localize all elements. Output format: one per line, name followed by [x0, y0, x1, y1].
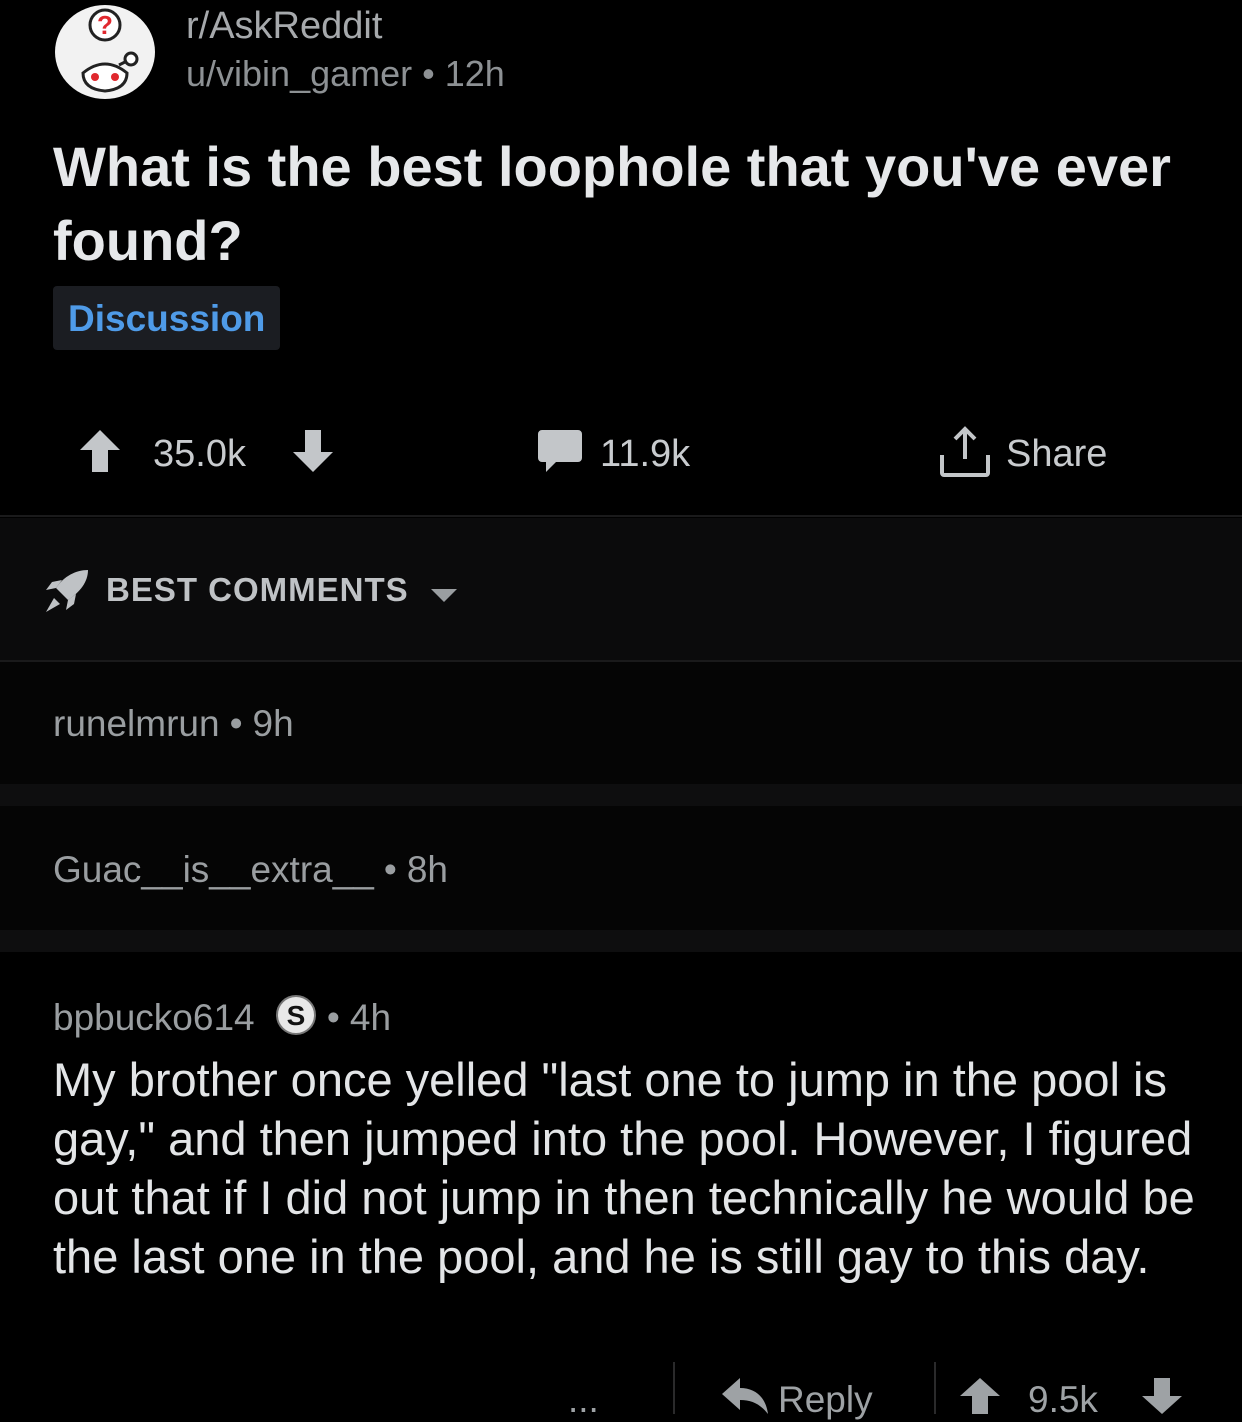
comment-header: runelmrun • 9h	[53, 702, 294, 746]
sort-dropdown[interactable]: BEST COMMENTS	[106, 568, 457, 614]
comment-score: 9.5k	[1028, 1379, 1098, 1420]
subreddit-name[interactable]: r/AskReddit	[186, 4, 382, 48]
svg-text:?: ?	[97, 10, 113, 40]
reply-button[interactable]: Reply	[778, 1378, 873, 1422]
comment-age: 9h	[252, 703, 294, 744]
share-button[interactable]: Share	[1006, 432, 1107, 476]
post-meta: u/vibin_gamer • 12h	[186, 52, 505, 96]
action-divider	[934, 1362, 936, 1414]
chevron-down-icon	[430, 570, 457, 614]
upvote-arrow-icon[interactable]	[960, 1378, 1000, 1414]
separator-dot: •	[422, 53, 435, 94]
reply-arrow-icon[interactable]	[722, 1378, 768, 1414]
divider	[0, 515, 1242, 517]
downvote-arrow-icon[interactable]	[293, 430, 333, 472]
separator-dot: •	[383, 849, 397, 890]
action-divider	[673, 1362, 675, 1414]
separator-dot: •	[229, 703, 243, 744]
post-score: 35.0k	[153, 433, 246, 475]
comment-bubble-icon[interactable]	[538, 430, 582, 472]
comment-age: 4h	[349, 996, 392, 1038]
comment-header: Guac__is__extra__ • 8h	[53, 848, 448, 892]
upvote-arrow-icon[interactable]	[80, 430, 120, 472]
post-age: 12h	[444, 53, 505, 94]
comment-body: My brother once yelled "last one to jump…	[53, 1053, 1195, 1283]
comment-separator	[0, 784, 1242, 806]
post-title: What is the best loophole that you've ev…	[53, 135, 1171, 272]
share-upload-icon[interactable]	[938, 425, 992, 479]
s-badge-icon: S	[275, 994, 317, 1046]
post-flair[interactable]: Discussion	[53, 286, 281, 350]
comment-separator	[0, 930, 1242, 952]
comment-age: 8h	[406, 849, 449, 890]
subreddit-avatar-icon[interactable]: ?	[53, 3, 157, 101]
comment-author[interactable]: Guac__is__extra__	[53, 849, 374, 890]
comment-header: bpbucko614 S • 4h	[53, 994, 391, 1046]
comment-count[interactable]: 11.9k	[600, 432, 690, 476]
post-author[interactable]: u/vibin_gamer	[186, 53, 412, 94]
more-options-button[interactable]: ...	[568, 1378, 599, 1422]
svg-text:S: S	[287, 1000, 306, 1031]
separator-dot: •	[326, 996, 340, 1038]
downvote-arrow-icon[interactable]	[1142, 1378, 1182, 1414]
sort-label: BEST COMMENTS	[106, 571, 409, 608]
rocket-icon	[42, 568, 90, 614]
comment-author[interactable]: runelmrun	[53, 703, 220, 744]
comment-author[interactable]: bpbucko614	[53, 997, 255, 1038]
